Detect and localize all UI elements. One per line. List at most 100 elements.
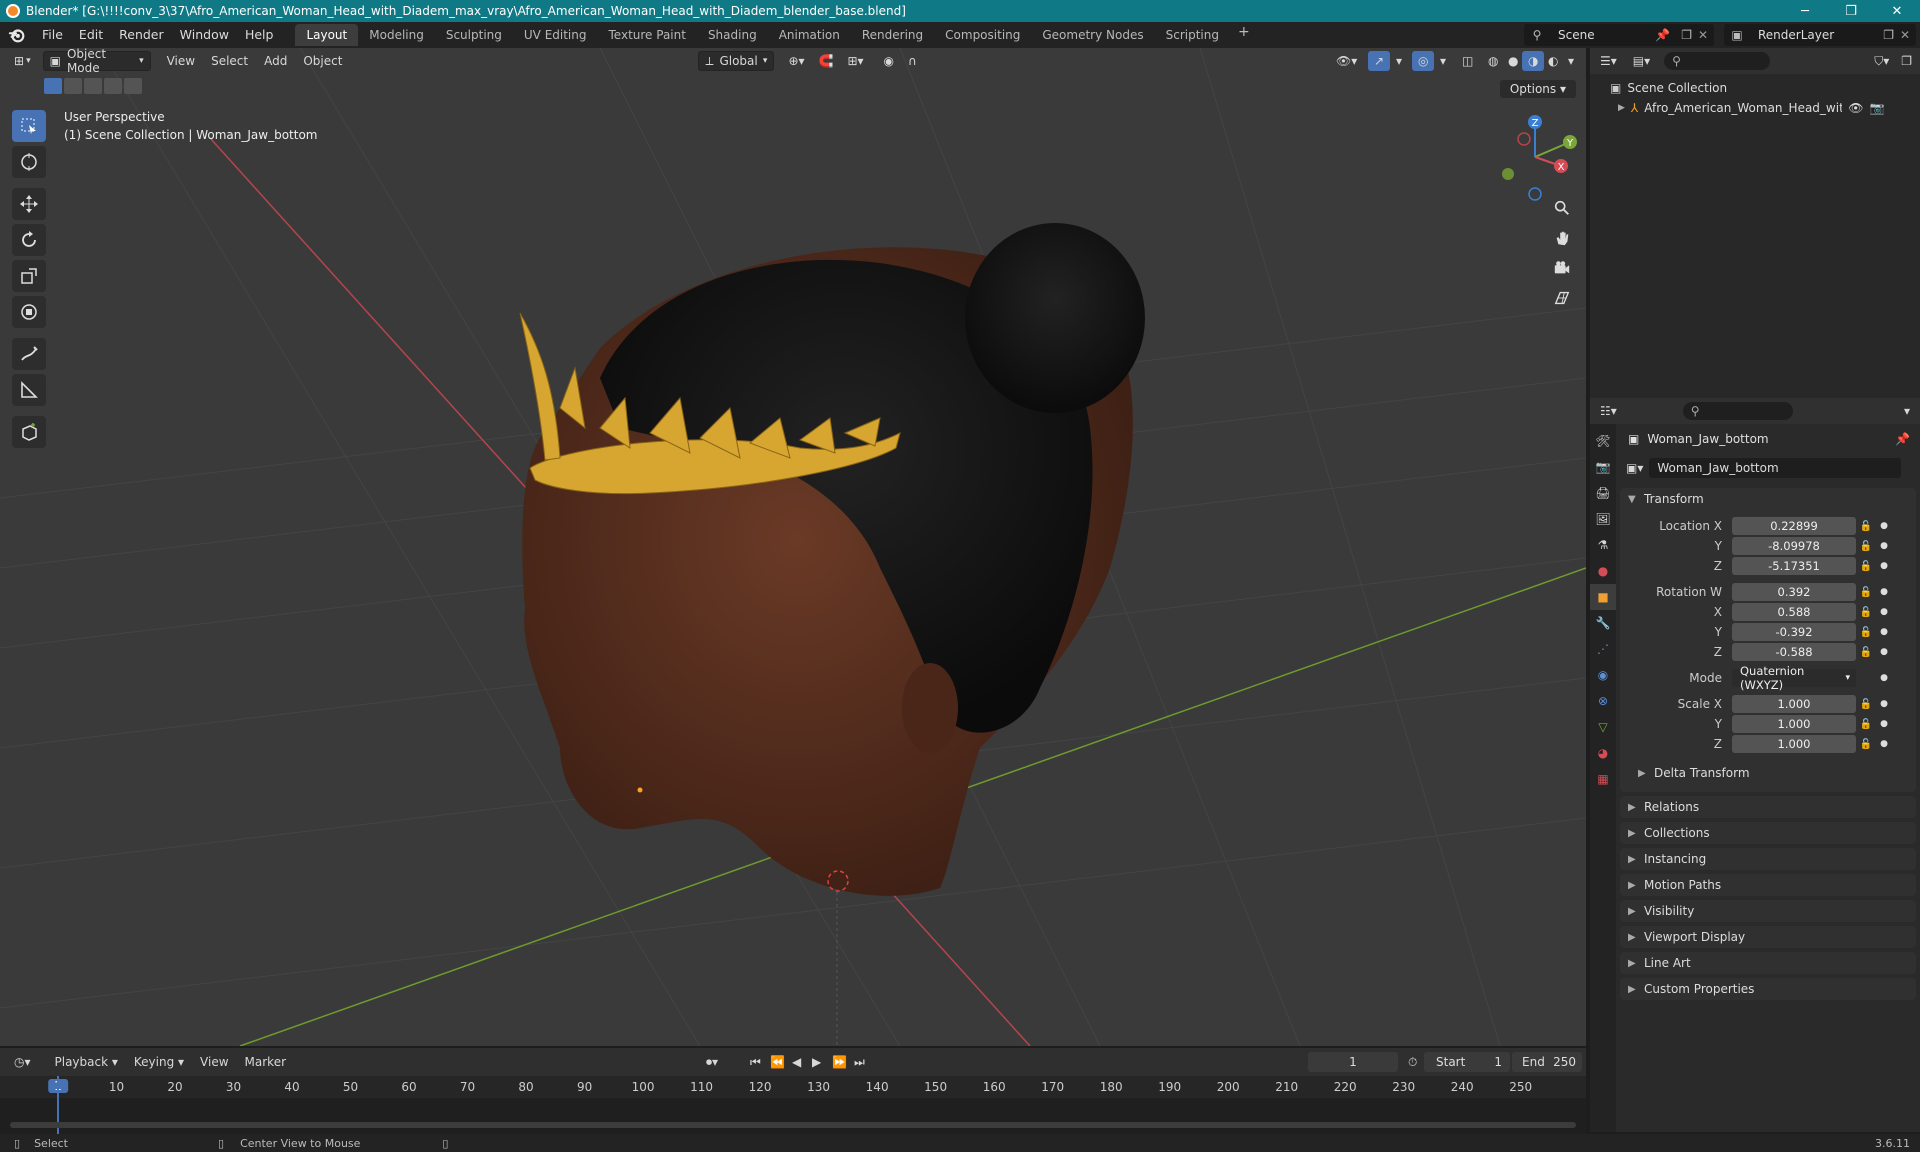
timeline-view-menu[interactable]: View (194, 1052, 234, 1072)
proportional-edit-icon[interactable]: ◉ (878, 51, 900, 71)
instancing-panel[interactable]: ▶ Instancing (1620, 848, 1916, 870)
cursor-tool[interactable] (12, 146, 46, 178)
keyframe-dot-icon[interactable]: ● (1876, 587, 1892, 597)
snap-icon[interactable]: 🧲 (813, 51, 840, 71)
object-name-field[interactable]: Woman_Jaw_bottom (1649, 458, 1902, 478)
visibility-panel[interactable]: ▶ Visibility (1620, 900, 1916, 922)
measure-tool[interactable] (12, 374, 46, 406)
menu-edit[interactable]: Edit (71, 24, 111, 46)
keyframe-dot-icon[interactable]: ● (1876, 541, 1892, 551)
tab-scene-icon[interactable]: ⚗ (1590, 532, 1616, 558)
tab-object-icon[interactable]: ■ (1590, 584, 1616, 610)
falloff-icon[interactable]: ∩ (902, 51, 923, 71)
play-reverse-icon[interactable]: ◀ (786, 1052, 807, 1072)
keyframe-dot-icon[interactable]: ● (1876, 561, 1892, 571)
tree-row-scene-collection[interactable]: ▣ Scene Collection (1590, 78, 1920, 98)
jump-end-icon[interactable]: ⏭ (848, 1052, 871, 1072)
select-intersect-icon[interactable] (124, 78, 142, 94)
remove-scene-icon[interactable]: ✕ (1698, 28, 1708, 42)
gizmo-neg-x-icon[interactable] (1517, 132, 1531, 146)
tab-texture-icon[interactable]: ▦ (1590, 766, 1616, 792)
keyframe-dot-icon[interactable]: ● (1876, 673, 1892, 683)
new-view-layer-icon[interactable]: ❐ (1883, 28, 1894, 42)
keyframe-dot-icon[interactable]: ● (1876, 719, 1892, 729)
keyframe-dot-icon[interactable]: ● (1876, 739, 1892, 749)
select-box-tool[interactable] (12, 110, 46, 142)
render-camera-icon[interactable]: 📷 (1870, 101, 1885, 115)
lock-icon[interactable]: 🔓 (1856, 587, 1876, 598)
zoom-view-button[interactable] (1548, 194, 1576, 222)
lock-icon[interactable]: 🔓 (1856, 541, 1876, 552)
start-frame-field[interactable]: Start 1 (1424, 1052, 1510, 1072)
tab-view-layer-icon[interactable]: 🖼 (1590, 506, 1616, 532)
select-extend-icon[interactable] (64, 78, 82, 94)
keyframe-dot-icon[interactable]: ● (1876, 607, 1892, 617)
location-y-field[interactable]: -8.09978 (1732, 537, 1856, 555)
motion-paths-panel[interactable]: ▶ Motion Paths (1620, 874, 1916, 896)
line-art-panel[interactable]: ▶ Line Art (1620, 952, 1916, 974)
lock-icon[interactable]: 🔓 (1856, 627, 1876, 638)
visibility-icon[interactable]: 👁▾ (1330, 51, 1363, 71)
eye-icon[interactable]: 👁 (1848, 101, 1863, 115)
add-cube-tool[interactable] (12, 416, 46, 448)
transform-orientation-dropdown[interactable]: ⟂ Global ▾ (698, 51, 775, 71)
gizmo-neg-z-icon[interactable] (1528, 187, 1542, 201)
keyframe-dot-icon[interactable]: ● (1876, 699, 1892, 709)
select-subtract-icon[interactable] (84, 78, 102, 94)
tab-output-icon[interactable]: 🖨 (1590, 480, 1616, 506)
options-dropdown[interactable]: Options ▾ (1499, 80, 1576, 98)
properties-options-icon[interactable]: ▾ (1898, 401, 1916, 421)
scale-z-field[interactable]: 1.000 (1732, 735, 1856, 753)
tab-rendering[interactable]: Rendering (851, 24, 934, 46)
tab-scripting[interactable]: Scripting (1155, 24, 1230, 46)
object-browse-icon[interactable]: ▣▾ (1620, 458, 1649, 478)
playback-menu[interactable]: Playback ▾ (49, 1052, 124, 1072)
select-invert-icon[interactable] (104, 78, 122, 94)
play-icon[interactable]: ▶ (806, 1052, 827, 1072)
lock-icon[interactable]: 🔓 (1856, 699, 1876, 710)
overlay-dropdown-icon[interactable]: ▾ (1434, 51, 1452, 71)
rotation-x-field[interactable]: 0.588 (1732, 603, 1856, 621)
scene-selector[interactable]: ⚲ Scene 📌 ❐ ✕ (1524, 24, 1714, 46)
gizmo-dropdown-icon[interactable]: ▾ (1390, 51, 1408, 71)
view-layer-selector[interactable]: ▣ RenderLayer ❐ ✕ (1724, 24, 1916, 46)
frame-ruler[interactable]: 1 10203040506070809010011012013014015016… (0, 1076, 1586, 1098)
tab-data-icon[interactable]: ▽ (1590, 714, 1616, 740)
menu-render[interactable]: Render (111, 24, 172, 46)
end-frame-field[interactable]: End 250 (1512, 1052, 1582, 1072)
blender-logo-icon[interactable] (0, 26, 34, 44)
lock-icon[interactable]: 🔓 (1856, 647, 1876, 658)
shading-dropdown-icon[interactable]: ▾ (1562, 51, 1580, 71)
add-workspace-button[interactable]: + (1230, 24, 1258, 46)
new-scene-icon[interactable]: ❐ (1681, 28, 1692, 42)
pivot-point-icon[interactable]: ⊕▾ (782, 51, 810, 71)
properties-editor-icon[interactable]: ☷▾ (1594, 401, 1623, 421)
lock-icon[interactable]: 🔓 (1856, 521, 1876, 532)
delta-transform-subpanel[interactable]: ▶ Delta Transform (1620, 762, 1916, 784)
gizmo-toggle-icon[interactable]: ↗ (1368, 51, 1391, 71)
location-x-field[interactable]: 0.22899 (1732, 517, 1856, 535)
tab-constraints-icon[interactable]: ⊗ (1590, 688, 1616, 714)
viewport-menu-object[interactable]: Object (297, 51, 348, 71)
filter-icon[interactable]: ⛉▾ (1868, 51, 1895, 71)
rotate-tool[interactable] (12, 224, 46, 256)
tab-sculpting[interactable]: Sculpting (435, 24, 513, 46)
close-button[interactable]: ✕ (1874, 0, 1920, 22)
pin-icon[interactable]: 📌 (1895, 432, 1910, 446)
location-z-field[interactable]: -5.17351 (1732, 557, 1856, 575)
auto-keying-icon[interactable]: ⏺▾ (700, 1052, 724, 1072)
remove-view-layer-icon[interactable]: ✕ (1900, 28, 1910, 42)
pan-view-button[interactable] (1548, 224, 1576, 252)
collections-panel[interactable]: ▶ Collections (1620, 822, 1916, 844)
navigation-gizmo[interactable]: Z Y X (1490, 112, 1580, 202)
menu-file[interactable]: File (34, 24, 71, 46)
select-new-icon[interactable] (44, 78, 62, 94)
display-mode-icon[interactable]: ▤▾ (1627, 51, 1656, 71)
outliner-search-input[interactable]: ⚲ (1664, 52, 1771, 70)
viewport-menu-select[interactable]: Select (205, 51, 254, 71)
keyframe-dot-icon[interactable]: ● (1876, 627, 1892, 637)
tab-texture-paint[interactable]: Texture Paint (598, 24, 697, 46)
scale-y-field[interactable]: 1.000 (1732, 715, 1856, 733)
tab-modifier-icon[interactable]: 🔧 (1590, 610, 1616, 636)
tab-world-icon[interactable]: ● (1590, 558, 1616, 584)
